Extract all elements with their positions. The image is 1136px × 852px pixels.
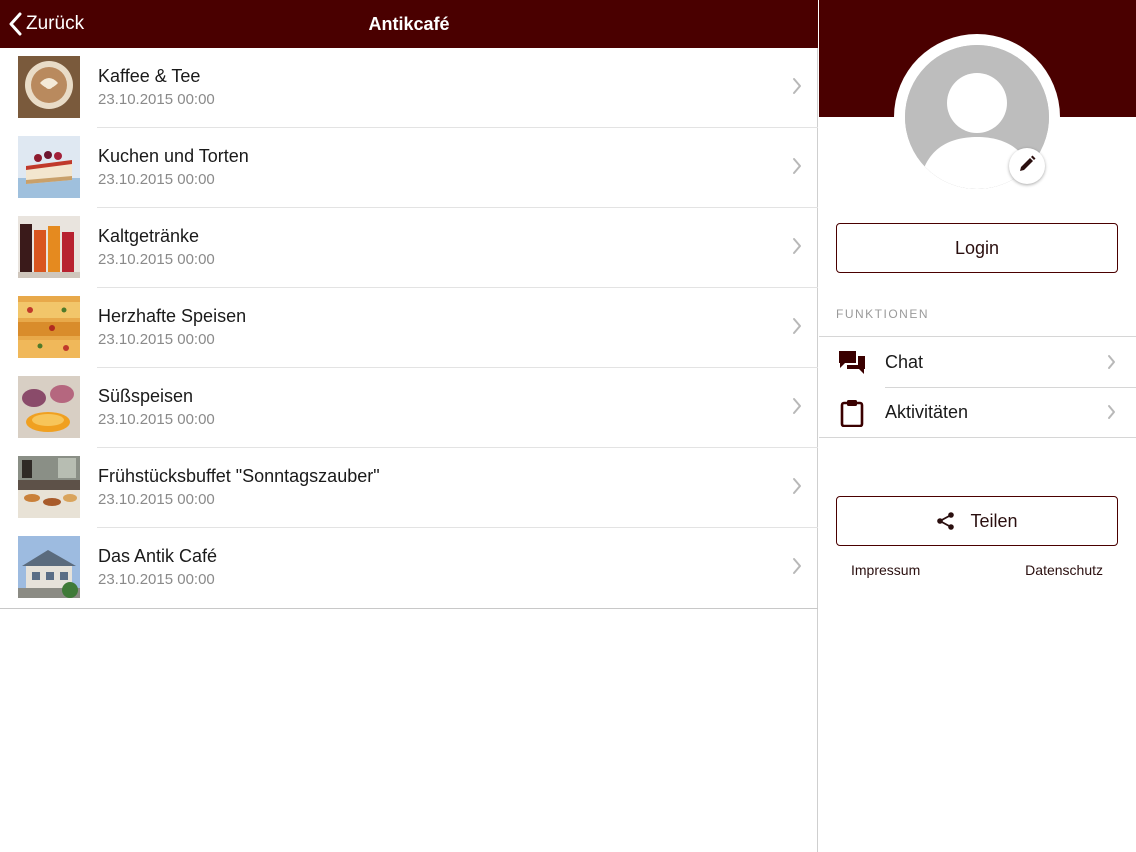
back-button-label: Zurück [26,13,85,34]
chevron-right-icon [793,238,801,254]
impressum-link[interactable]: Impressum [851,562,920,578]
item-date: 23.10.2015 00:00 [98,331,215,348]
share-button-label: Teilen [970,510,1018,531]
item-date: 23.10.2015 00:00 [98,571,215,588]
master-pane: Zurück Antikcafé Kaffee & Tee 23.10.2015… [0,0,818,852]
list-item[interactable]: Frühstücksbuffet "Sonntagszauber" 23.10.… [0,448,818,528]
share-icon [937,512,955,530]
chevron-right-icon [793,158,801,174]
breakfast-buffet-image [18,456,80,518]
chevron-right-icon [1108,355,1115,369]
list-item[interactable]: Das Antik Café 23.10.2015 00:00 [0,528,818,608]
item-date: 23.10.2015 00:00 [98,171,215,188]
chat-bubbles-icon [839,351,865,374]
cake-image [18,136,80,198]
item-date: 23.10.2015 00:00 [98,411,215,428]
menu-item-label: Aktivitäten [885,402,969,422]
list-item[interactable]: Herzhafte Speisen 23.10.2015 00:00 [0,288,818,368]
side-menu: Login FUNKTIONEN Chat Aktivitäten Teilen… [819,0,1136,852]
menu-item-chat[interactable]: Chat [819,337,1136,387]
chevron-right-icon [1108,405,1115,419]
item-title: Frühstücksbuffet "Sonntagszauber" [98,466,380,486]
item-date: 23.10.2015 00:00 [98,91,215,108]
menu-item-activities[interactable]: Aktivitäten [819,387,1136,437]
item-title: Kaltgetränke [98,226,200,246]
cafe-building-image [18,536,80,598]
functions-section-header: FUNKTIONEN [836,307,929,321]
item-date: 23.10.2015 00:00 [98,491,215,508]
chevron-left-icon [8,12,22,36]
desserts-image [18,376,80,438]
item-title: Kaffee & Tee [98,66,201,86]
list-item[interactable]: Kuchen und Torten 23.10.2015 00:00 [0,128,818,208]
pencil-icon [1018,155,1036,178]
category-list: Kaffee & Tee 23.10.2015 00:00 Kuchen und… [0,48,818,609]
login-button[interactable]: Login [836,223,1118,273]
share-button[interactable]: Teilen [836,496,1118,546]
datenschutz-link[interactable]: Datenschutz [1025,562,1103,578]
list-item[interactable]: Kaltgetränke 23.10.2015 00:00 [0,208,818,288]
chevron-right-icon [793,78,801,94]
edit-avatar-button[interactable] [1009,148,1045,184]
list-item[interactable]: Süßspeisen 23.10.2015 00:00 [0,368,818,448]
clipboard-icon [840,400,864,427]
navigation-bar: Zurück Antikcafé [0,0,818,48]
menu-item-label: Chat [885,352,924,372]
functions-menu: Chat Aktivitäten [819,336,1136,438]
page-title: Antikcafé [368,14,450,34]
item-title: Herzhafte Speisen [98,306,247,326]
coffee-image [18,56,80,118]
item-title: Süßspeisen [98,386,194,406]
item-title: Kuchen und Torten [98,146,249,166]
chevron-right-icon [793,318,801,334]
savory-food-image [18,296,80,358]
item-title: Das Antik Café [98,546,218,566]
chevron-right-icon [793,478,801,494]
chevron-right-icon [793,398,801,414]
cold-drinks-image [18,216,80,278]
item-date: 23.10.2015 00:00 [98,251,215,268]
back-button[interactable]: Zurück [8,0,84,48]
list-item[interactable]: Kaffee & Tee 23.10.2015 00:00 [0,48,818,128]
chevron-right-icon [793,558,801,574]
